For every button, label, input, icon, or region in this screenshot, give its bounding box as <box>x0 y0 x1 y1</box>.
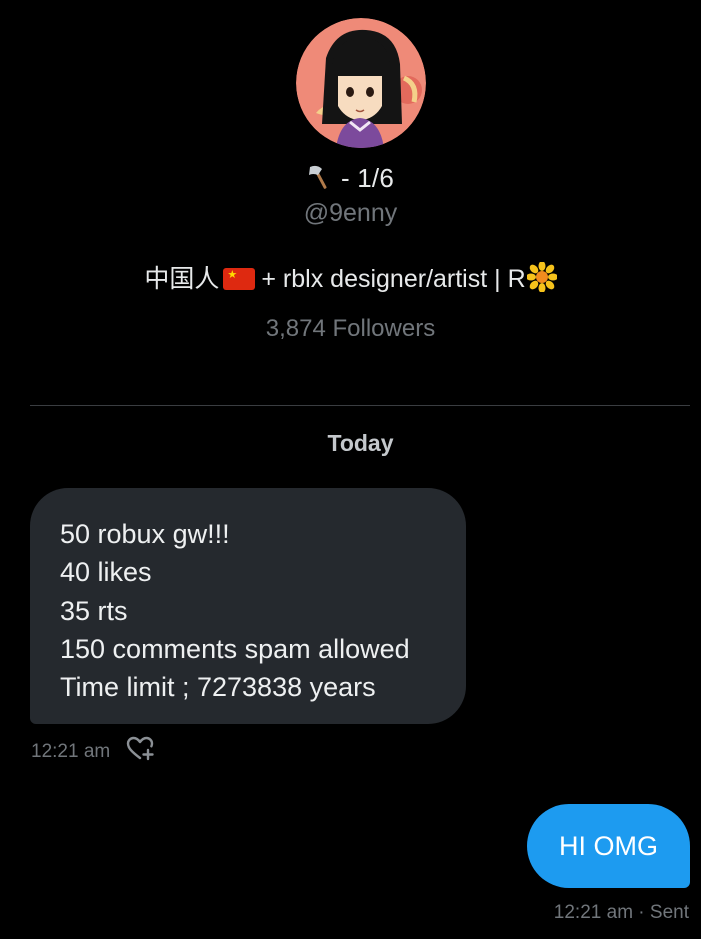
message-line: 40 likes <box>60 557 152 588</box>
message-line: 35 rts <box>60 595 128 626</box>
avatar-illustration <box>296 18 426 148</box>
message-line: 150 comments spam allowed <box>60 633 410 664</box>
message-timestamp: 12:21 am <box>31 741 111 762</box>
bio-text: + rblx designer/artist | R <box>261 265 526 293</box>
sent-message-bubble[interactable]: HI OMG <box>527 804 690 888</box>
display-name: - 1/6 <box>0 163 701 197</box>
date-separator: Today <box>327 430 394 456</box>
profile-bio: 中国人 ★ + rblx designer/artist | R <box>0 259 701 299</box>
sent-message-text: HI OMG <box>559 830 658 861</box>
profile-handle[interactable]: @9enny <box>0 199 701 228</box>
followers-count[interactable]: 3,874 Followers <box>0 315 701 343</box>
axe-icon <box>307 164 331 197</box>
bio-prefix: 中国人 <box>144 265 220 293</box>
received-message-bubble[interactable]: 50 robux gw!!! 40 likes 35 rts 150 comme… <box>30 488 466 724</box>
sunflower-icon <box>525 261 558 299</box>
dm-conversation: - 1/6 @9enny 中国人 ★ + rblx designer/artist … <box>0 0 701 939</box>
divider <box>30 405 690 406</box>
heart-plus-icon[interactable] <box>126 736 156 768</box>
display-name-text: - 1/6 <box>340 163 395 193</box>
sent-message-status: 12:21 am · Sent <box>553 902 689 923</box>
message-line: Time limit ; 7273838 years <box>60 672 376 703</box>
received-message-meta: 12:21 am <box>31 736 156 768</box>
avatar[interactable] <box>296 18 426 148</box>
china-flag-icon: ★ <box>223 268 256 290</box>
message-line: 50 robux gw!!! <box>60 519 230 549</box>
